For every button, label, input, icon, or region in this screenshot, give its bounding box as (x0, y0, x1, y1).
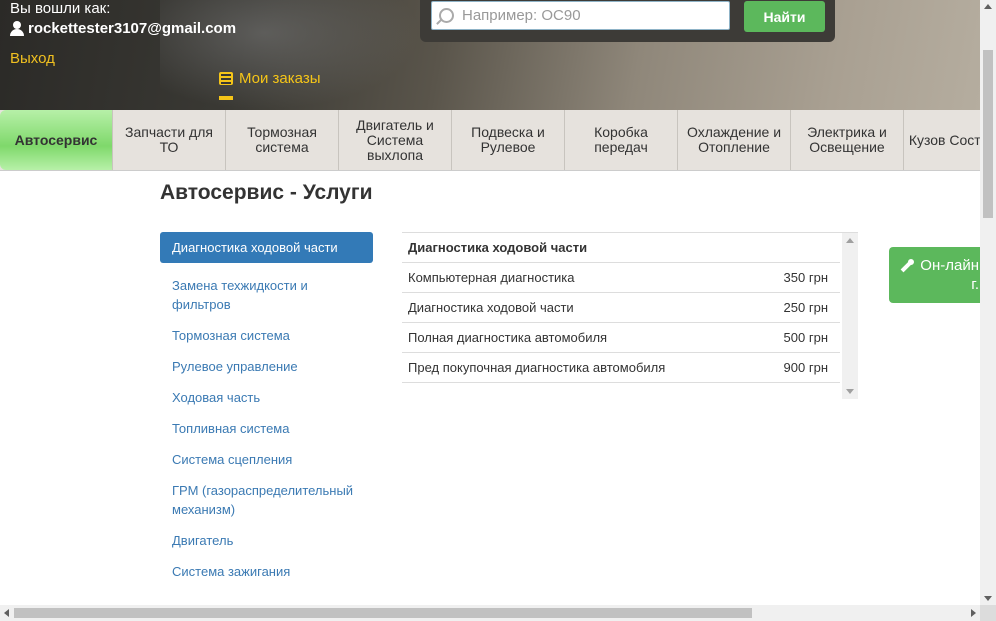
service-price: 500 грн (757, 322, 840, 353)
online-button-label: Он-лайн (920, 257, 979, 274)
nav-item-engine-exhaust[interactable]: Двигатель и Система выхлопа (339, 110, 452, 170)
online-button-label-2: г. (971, 276, 979, 293)
scroll-down-icon[interactable] (846, 389, 854, 394)
scrollbar-thumb[interactable] (14, 608, 752, 618)
user-email: rockettester3107@gmail.com (28, 20, 237, 37)
service-price: 350 грн (757, 262, 840, 293)
side-item-fluids-filters[interactable]: Замена техжидкости и фильтров (160, 269, 373, 321)
table-header-row: Диагностика ходовой части (402, 233, 840, 263)
search-input[interactable] (460, 6, 714, 25)
side-item-steering[interactable]: Рулевое управление (160, 350, 373, 383)
table-header: Диагностика ходовой части (402, 233, 840, 263)
services-table-panel: Диагностика ходовой части Компьютерная д… (402, 232, 858, 399)
page-title: Автосервис - Услуги (160, 181, 373, 204)
service-side-menu: Диагностика ходовой части Замена техжидк… (160, 232, 373, 586)
nav-item-gearbox[interactable]: Коробка передач (565, 110, 678, 170)
side-item-chassis[interactable]: Ходовая часть (160, 381, 373, 414)
user-icon (10, 21, 24, 36)
service-name: Диагностика ходовой части (402, 292, 758, 323)
table-row: Пред покупочная диагностика автомобиля 9… (402, 352, 840, 383)
scrollbar-thumb[interactable] (983, 50, 993, 218)
nav-item-electrics-lighting[interactable]: Электрика и Освещение (791, 110, 904, 170)
online-booking-button[interactable]: Он-лайн г. (889, 247, 989, 303)
nav-item-cooling-heating[interactable]: Охлаждение и Отопление (678, 110, 791, 170)
my-orders-link[interactable]: Мои заказы (219, 70, 321, 87)
scroll-down-icon[interactable] (984, 596, 992, 601)
side-item-timing[interactable]: ГРМ (газораспределительный механизм) (160, 474, 373, 526)
side-item-chassis-diagnostics[interactable]: Диагностика ходовой части (160, 232, 373, 263)
services-table: Диагностика ходовой части Компьютерная д… (402, 233, 840, 383)
table-row: Полная диагностика автомобиля 500 грн (402, 322, 840, 353)
scroll-right-icon[interactable] (971, 609, 976, 617)
nav-item-brakes[interactable]: Тормозная система (226, 110, 339, 170)
nav-item-autoservice[interactable]: Автосервис (0, 110, 113, 170)
search-icon (439, 8, 454, 23)
table-scrollbar[interactable] (842, 233, 858, 399)
side-item-clutch[interactable]: Система сцепления (160, 443, 373, 476)
service-name: Компьютерная диагностика (402, 262, 758, 293)
user-info: rockettester3107@gmail.com (10, 20, 236, 37)
service-price: 250 грн (757, 292, 840, 323)
nav-item-maintenance-parts[interactable]: Запчасти для ТО (113, 110, 226, 170)
list-icon (219, 72, 233, 85)
scroll-left-icon[interactable] (4, 609, 9, 617)
nav-item-suspension-steering[interactable]: Подвеска и Рулевое (452, 110, 565, 170)
table-row: Диагностика ходовой части 250 грн (402, 292, 840, 323)
category-nav: Автосервис Запчасти для ТО Тормозная сис… (0, 110, 996, 171)
side-item-engine[interactable]: Двигатель (160, 524, 373, 557)
side-item-fuel-system[interactable]: Топливная система (160, 412, 373, 445)
horizontal-scrollbar[interactable] (0, 605, 980, 621)
search-field[interactable] (431, 1, 730, 30)
login-label: Вы вошли как: (10, 0, 111, 17)
table-row: Компьютерная диагностика 350 грн (402, 262, 840, 293)
service-name: Полная диагностика автомобиля (402, 322, 758, 353)
search-button[interactable]: Найти (744, 1, 825, 32)
scrollbar-corner (980, 605, 996, 621)
list-icon (219, 96, 233, 100)
scroll-up-icon[interactable] (984, 4, 992, 9)
side-item-ignition[interactable]: Система зажигания (160, 555, 373, 588)
vertical-scrollbar[interactable] (980, 0, 996, 605)
service-name: Пред покупочная диагностика автомобиля (402, 352, 758, 383)
side-item-brakes[interactable]: Тормозная система (160, 319, 373, 352)
logout-link[interactable]: Выход (10, 50, 55, 67)
service-price: 900 грн (757, 352, 840, 383)
scroll-up-icon[interactable] (846, 238, 854, 243)
wrench-icon (900, 258, 915, 273)
my-orders-label: Мои заказы (239, 70, 321, 87)
